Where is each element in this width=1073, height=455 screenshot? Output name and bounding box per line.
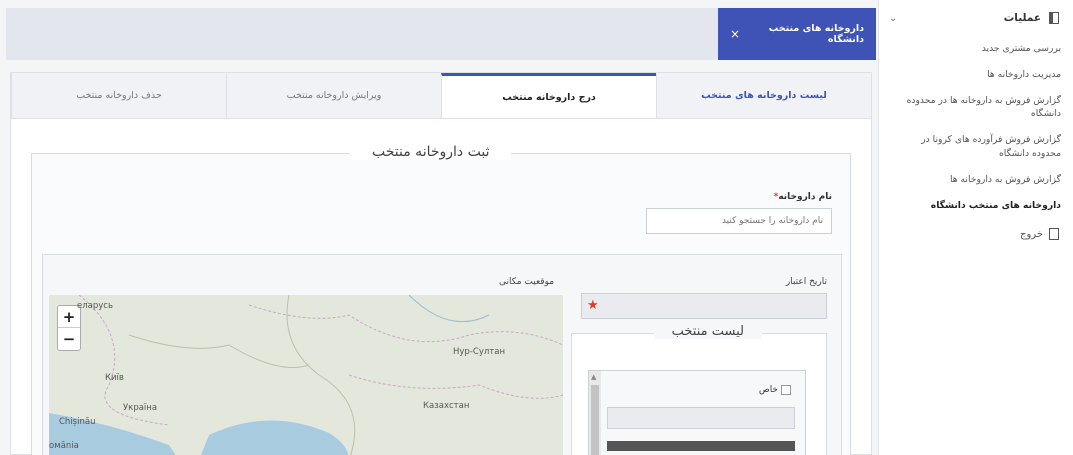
selected-list-panel: ▲ خاص xyxy=(588,370,806,455)
map-place-label: омānia xyxy=(49,441,79,451)
map-zoom-control: + − xyxy=(57,305,81,351)
map-canvas xyxy=(49,295,563,455)
map-place-label: елapусь xyxy=(77,301,113,311)
map-place-label: Нур-Султан xyxy=(453,347,506,357)
form-legend: ثبت داروخانه منتخب xyxy=(350,144,512,160)
sidebar-item-sales-report-university[interactable]: گزارش فروش به داروخانه ها در محدوده دانش… xyxy=(879,88,1073,128)
sidebar: عملیات ⌄ بررسی مشتری جدید مدیریت داروخان… xyxy=(878,0,1073,455)
sidebar-section-title: عملیات xyxy=(1003,12,1041,24)
pharmacy-name-label: نام داروخانه* xyxy=(774,192,832,202)
map-place-label: Київ xyxy=(105,373,124,383)
document-tab[interactable]: داروخانه های منتخب دانشگاه × xyxy=(718,8,876,60)
selected-list-field[interactable] xyxy=(607,407,795,429)
map-place-label: Казахстан xyxy=(423,401,470,411)
required-star-icon: ★ xyxy=(587,298,599,313)
tab-insert-selected[interactable]: درج داروخانه منتخب xyxy=(441,73,656,118)
map-place-label: Україна xyxy=(123,403,158,413)
tab-edit-selected[interactable]: ویرایش داروخانه منتخب xyxy=(226,73,441,118)
location-label: موقعیت مکانی xyxy=(499,277,555,287)
zoom-out-button[interactable]: − xyxy=(58,328,80,350)
location-map[interactable]: + − Нур-Султан Казахстан Київ Україна Ch… xyxy=(49,295,563,455)
pharmacy-search-input[interactable] xyxy=(646,208,832,234)
tab-list-selected[interactable]: لیست داروخانه های منتخب xyxy=(656,73,871,118)
expiry-date-label: تاریخ اعتبار xyxy=(785,277,827,287)
special-checkbox-label: خاص xyxy=(758,385,778,395)
sidebar-item-new-customer[interactable]: بررسی مشتری جدید xyxy=(879,36,1073,62)
selected-list-legend: لیست منتخب xyxy=(653,324,762,339)
exit-icon xyxy=(1049,228,1059,241)
sidebar-item-sales-report[interactable]: گزارش فروش به داروخانه ها xyxy=(879,167,1073,193)
pharmacy-name-label-text: نام داروخانه xyxy=(778,192,832,202)
sidebar-item-corona-report[interactable]: گزارش فروش فرآورده های کرونا در محدوده د… xyxy=(879,127,1073,167)
map-place-label: Chișinău xyxy=(59,417,96,427)
document-tab-label: داروخانه های منتخب دانشگاه xyxy=(768,23,864,45)
document-tabs-bar: داروخانه های منتخب دانشگاه × xyxy=(6,8,876,60)
scrollbar[interactable]: ▲ xyxy=(589,371,601,455)
sidebar-item-selected-pharmacies[interactable]: داروخانه های منتخب دانشگاه xyxy=(879,193,1073,219)
special-checkbox[interactable] xyxy=(781,385,791,395)
selected-list-bar xyxy=(607,441,795,451)
scrollbar-thumb[interactable] xyxy=(591,385,599,455)
main-panel: لیست داروخانه های منتخب درج داروخانه منت… xyxy=(10,72,872,455)
tab-delete-selected[interactable]: حذف داروخانه منتخب xyxy=(11,73,226,118)
selected-list-box: لیست منتخب ▲ خاص xyxy=(571,324,827,455)
scroll-up-icon[interactable]: ▲ xyxy=(591,373,596,381)
special-checkbox-row[interactable]: خاص xyxy=(759,385,791,395)
tab-bar: لیست داروخانه های منتخب درج داروخانه منت… xyxy=(11,73,871,119)
close-icon[interactable]: × xyxy=(730,27,740,41)
expiry-date-field[interactable]: ★ xyxy=(581,293,827,319)
sidebar-section-header[interactable]: عملیات ⌄ xyxy=(879,0,1073,36)
details-section: موقعیت مکانی تاریخ اعتبار ★ + − Нур-Султ… xyxy=(42,254,842,455)
exit-button[interactable]: خروج xyxy=(879,218,1073,250)
app-root: عملیات ⌄ بررسی مشتری جدید مدیریت داروخان… xyxy=(0,0,1073,455)
register-form: ثبت داروخانه منتخب نام داروخانه* موقعیت … xyxy=(31,144,851,455)
panel-icon xyxy=(1049,12,1059,24)
sidebar-item-manage-pharmacies[interactable]: مدیریت داروخانه ها xyxy=(879,62,1073,88)
chevron-down-icon[interactable]: ⌄ xyxy=(889,13,897,24)
exit-label: خروج xyxy=(1020,228,1043,240)
